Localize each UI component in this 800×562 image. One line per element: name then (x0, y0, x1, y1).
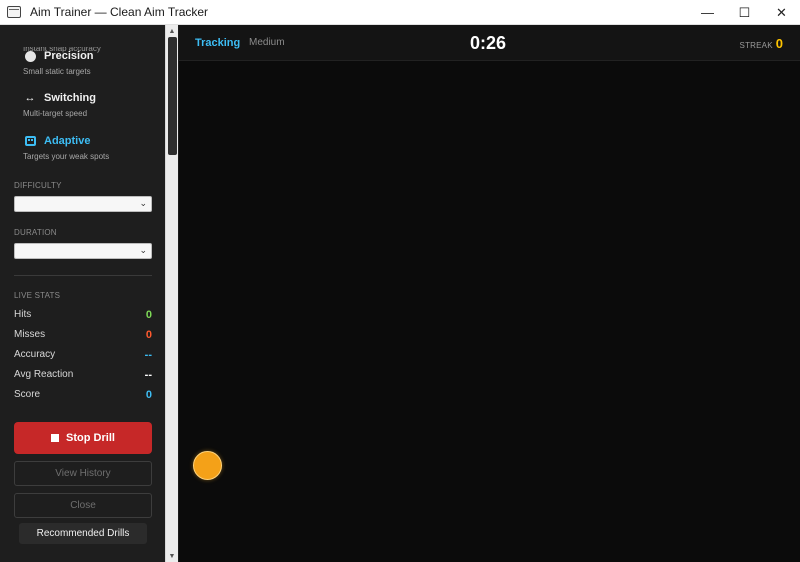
difficulty-select[interactable]: ⌄ (14, 196, 152, 212)
live-stats-label: LIVE STATS (14, 291, 61, 300)
window-title: Aim Trainer — Clean Aim Tracker (30, 5, 209, 19)
close-label: Close (70, 500, 96, 511)
sidebar-scrollbar[interactable]: ▲ ▼ (165, 25, 178, 562)
stat-value: -- (144, 369, 152, 381)
streak-display: STREAK 0 (740, 36, 783, 51)
mode-switching[interactable]: ↔ Switching Multi-target speed (23, 92, 163, 118)
stat-label: Hits (14, 309, 32, 320)
maximize-button[interactable]: ☐ (726, 0, 763, 25)
robot-icon (23, 136, 37, 146)
streak-label: STREAK (739, 41, 773, 50)
scroll-down-icon[interactable]: ▼ (166, 550, 178, 562)
chevron-down-icon: ⌄ (139, 198, 147, 208)
stat-label: Score (14, 389, 41, 400)
stat-label: Avg Reaction (14, 369, 74, 380)
target-circle[interactable] (193, 451, 222, 480)
dot-icon (23, 50, 37, 62)
stat-misses: Misses 0 (14, 329, 152, 341)
current-difficulty-label: Medium (249, 37, 285, 48)
mode-label: Switching (44, 92, 96, 104)
mode-adaptive[interactable]: Adaptive Targets your weak spots (23, 135, 163, 161)
minimize-button[interactable]: — (689, 0, 726, 25)
duration-label: DURATION (14, 228, 57, 237)
app-window-icon (7, 6, 21, 18)
streak-value: 0 (775, 36, 783, 51)
mode-header: Precision (23, 50, 163, 62)
game-top-bar: Tracking Medium 0:26 STREAK 0 (179, 25, 800, 61)
recommended-drills-button[interactable]: Recommended Drills (19, 523, 147, 544)
recommended-drills-label: Recommended Drills (36, 528, 130, 539)
drill-timer: 0:26 (470, 33, 507, 53)
stat-avg-reaction: Avg Reaction -- (14, 369, 152, 381)
stat-hits: Hits 0 (14, 309, 152, 321)
difficulty-label: DIFFICULTY (14, 181, 62, 190)
current-mode-label: Tracking (195, 37, 241, 49)
stat-value: 0 (145, 309, 152, 321)
stat-accuracy: Accuracy -- (14, 349, 152, 361)
window-controls: — ☐ ✕ (689, 0, 800, 25)
stat-score: Score 0 (14, 389, 152, 401)
mode-description: Small static targets (23, 67, 91, 76)
view-history-label: View History (55, 468, 111, 479)
stat-label: Accuracy (14, 349, 56, 360)
mode-label: Precision (44, 50, 94, 62)
close-window-button[interactable]: ✕ (763, 0, 800, 25)
stop-drill-button[interactable]: Stop Drill (14, 422, 152, 454)
scroll-up-icon[interactable]: ▲ (166, 25, 178, 37)
close-button[interactable]: Close (14, 493, 152, 518)
game-area[interactable]: Tracking Medium 0:26 STREAK 0 (179, 25, 800, 562)
mode-header: Adaptive (23, 135, 163, 147)
stat-label: Misses (14, 329, 46, 340)
view-history-button[interactable]: View History (14, 461, 152, 486)
scrollbar-thumb[interactable] (168, 37, 177, 155)
duration-select[interactable]: ⌄ (14, 243, 152, 259)
stop-drill-label: Stop Drill (66, 432, 115, 444)
mode-header: ↔ Switching (23, 92, 163, 104)
sidebar: Instant snap accuracy Precision Small st… (0, 25, 165, 562)
mode-description: Targets your weak spots (23, 152, 110, 161)
divider (14, 275, 152, 276)
mode-precision[interactable]: Precision Small static targets (23, 50, 163, 76)
stat-value: -- (144, 349, 152, 361)
stat-value: 0 (145, 329, 152, 341)
chevron-down-icon: ⌄ (139, 245, 147, 255)
stat-value: 0 (145, 389, 152, 401)
stop-icon (51, 434, 60, 442)
mode-description: Multi-target speed (23, 109, 88, 118)
arrows-icon: ↔ (24, 92, 36, 104)
mode-label: Adaptive (44, 135, 91, 147)
title-bar: Aim Trainer — Clean Aim Tracker — ☐ ✕ (0, 0, 800, 25)
